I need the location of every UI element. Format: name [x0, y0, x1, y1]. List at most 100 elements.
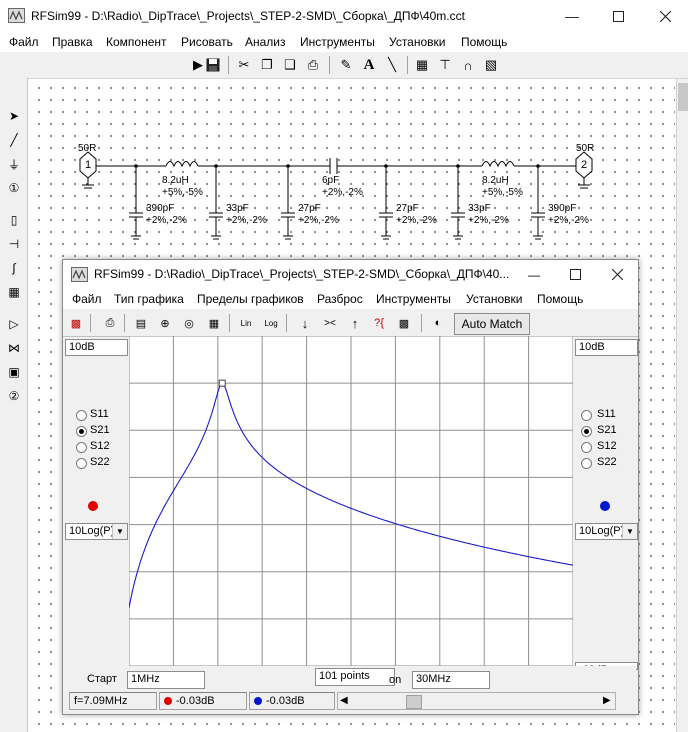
left-radio-s12[interactable]: [76, 442, 87, 453]
probe-icon[interactable]: ✎: [336, 55, 356, 75]
resistor-icon[interactable]: ▯: [4, 210, 24, 230]
left-mode-select[interactable]: 10Log(P) ▼: [65, 523, 128, 540]
crystal-icon[interactable]: ⋈: [4, 338, 24, 358]
calculator-icon[interactable]: ▦: [412, 55, 432, 75]
right-radio-s12[interactable]: [581, 442, 592, 453]
peak-marker[interactable]: [218, 379, 226, 387]
right-scale-top-field[interactable]: 10dB: [575, 339, 638, 356]
menu-help[interactable]: Помощь: [461, 35, 507, 49]
cap6-tolerance: +2%,-2%: [548, 215, 589, 226]
export-icon[interactable]: ▩: [66, 313, 86, 333]
tune-icon[interactable]: ◐: [428, 313, 448, 333]
minimize-button[interactable]: —: [549, 0, 595, 32]
scroll-right-icon[interactable]: ▶: [603, 695, 611, 706]
transmission-line-icon[interactable]: ⊤: [435, 55, 455, 75]
right-radio-s21[interactable]: [581, 426, 592, 437]
transformer-icon[interactable]: ▦: [4, 282, 24, 302]
maximize-icon: [612, 10, 624, 22]
ground-icon[interactable]: ⏚: [4, 154, 24, 174]
left-radio-s11[interactable]: [76, 410, 87, 421]
right-radio-s22[interactable]: [581, 458, 592, 469]
stop-frequency-input[interactable]: 30MHz: [412, 671, 490, 689]
maximize-button[interactable]: [595, 0, 641, 32]
pointer-icon[interactable]: ➤: [4, 106, 24, 126]
port2-icon[interactable]: ②: [4, 386, 24, 406]
text-tool-icon[interactable]: A: [359, 55, 379, 75]
arrow-up-icon[interactable]: ↑: [345, 313, 365, 333]
log-scale-icon[interactable]: Log: [261, 313, 281, 333]
inductor-icon[interactable]: ∫: [4, 258, 24, 278]
monte-carlo-icon[interactable]: ▩: [394, 313, 414, 333]
cut-icon[interactable]: ✂: [234, 55, 254, 75]
menu-analysis[interactable]: Анализ: [245, 35, 286, 49]
status-bar: f=7.09MHz -0.03dB -0.03dB ◀ ▶: [69, 692, 634, 710]
graph-maximize-button[interactable]: [554, 260, 596, 289]
scroll-thumb[interactable]: [406, 695, 422, 709]
menu-draw[interactable]: Рисовать: [181, 35, 233, 49]
graph-close-button[interactable]: [596, 260, 638, 289]
graph-app-icon: [71, 267, 88, 282]
smith-plot-icon[interactable]: ◎: [179, 313, 199, 333]
shunt-cap-5: [451, 166, 465, 240]
main-toolbar: ▶ ✂ ❐ ❑ ⎙ ✎ A ╲ ▦ ⊤ ∩ ▧: [0, 52, 688, 79]
print-icon[interactable]: ⎙: [100, 313, 120, 333]
save-button[interactable]: [203, 55, 223, 75]
arrow-down-icon[interactable]: ↓: [295, 313, 315, 333]
graph-menu-chart-type[interactable]: Тип графика: [114, 292, 184, 306]
points-input[interactable]: 101 points: [315, 668, 395, 686]
close-button[interactable]: [642, 0, 688, 32]
graph-minimize-button[interactable]: —: [514, 260, 554, 289]
polar-plot-icon[interactable]: ⊕: [155, 313, 175, 333]
menu-settings[interactable]: Установки: [389, 35, 445, 49]
menu-file[interactable]: Файл: [9, 35, 39, 49]
scroll-thumb[interactable]: [678, 83, 688, 111]
subcircuit-icon[interactable]: ▣: [4, 362, 24, 382]
scroll-left-icon[interactable]: ◀: [340, 695, 348, 706]
close-icon: [659, 10, 671, 22]
table-icon[interactable]: ▦: [204, 313, 224, 333]
port-icon[interactable]: ①: [4, 178, 24, 198]
left-radio-s22[interactable]: [76, 458, 87, 469]
canvas-vertical-scrollbar[interactable]: [676, 79, 688, 732]
menu-edit[interactable]: Правка: [52, 35, 93, 49]
graph-menu-tools[interactable]: Инструменты: [376, 292, 451, 306]
left-scale-top-field[interactable]: 10dB: [65, 339, 128, 356]
amplifier-icon[interactable]: ▷: [4, 314, 24, 334]
right-label-s21: S21: [597, 424, 617, 436]
graph-menu-chart-limits[interactable]: Пределы графиков: [197, 292, 304, 306]
horizontal-scrollbar[interactable]: ◀ ▶: [337, 692, 616, 710]
inductor1-value: 8.2uH: [162, 175, 189, 186]
coil-calc-icon[interactable]: ∩: [458, 55, 478, 75]
s-parameter-plot[interactable]: [129, 336, 573, 666]
status-left: -0.03dB: [159, 692, 247, 710]
line-tool-icon[interactable]: ╲: [382, 55, 402, 75]
zoom-in-icon[interactable]: ><: [320, 313, 340, 333]
rect-plot-icon[interactable]: ▤: [131, 313, 151, 333]
copy-icon[interactable]: ❐: [257, 55, 277, 75]
left-radio-s21[interactable]: [76, 426, 87, 437]
graph-menu-help[interactable]: Помощь: [537, 292, 583, 306]
menu-component[interactable]: Компонент: [106, 35, 167, 49]
help-icon[interactable]: ?{: [369, 313, 389, 333]
smith-chart-icon[interactable]: ▧: [481, 55, 501, 75]
wire-icon[interactable]: ╱: [4, 130, 24, 150]
cap3-value: 27pF: [298, 203, 321, 214]
start-frequency-input[interactable]: 1MHz: [127, 671, 205, 689]
maximize-icon: [569, 269, 581, 280]
capacitor-icon[interactable]: ⊣: [4, 234, 24, 254]
right-radio-s11[interactable]: [581, 410, 592, 421]
right-mode-select[interactable]: 10Log(P) ▼: [575, 523, 638, 540]
print-icon[interactable]: ⎙: [303, 55, 323, 75]
paste-icon[interactable]: ❑: [280, 55, 300, 75]
on-label: on: [389, 674, 402, 686]
menu-tools[interactable]: Инструменты: [300, 35, 375, 49]
right-trace-color-marker[interactable]: [600, 501, 610, 511]
graph-menu-settings[interactable]: Установки: [466, 292, 522, 306]
graph-menu-spread[interactable]: Разброс: [317, 292, 363, 306]
inductor2-symbol: [481, 161, 515, 168]
auto-match-button[interactable]: Auto Match: [454, 313, 530, 335]
left-trace-color-marker[interactable]: [88, 501, 98, 511]
graph-menu-file[interactable]: Файл: [72, 292, 102, 306]
graph-menu-bar: Файл Тип графика Пределы графиков Разбро…: [63, 289, 638, 309]
linear-scale-icon[interactable]: Lin: [236, 313, 256, 333]
